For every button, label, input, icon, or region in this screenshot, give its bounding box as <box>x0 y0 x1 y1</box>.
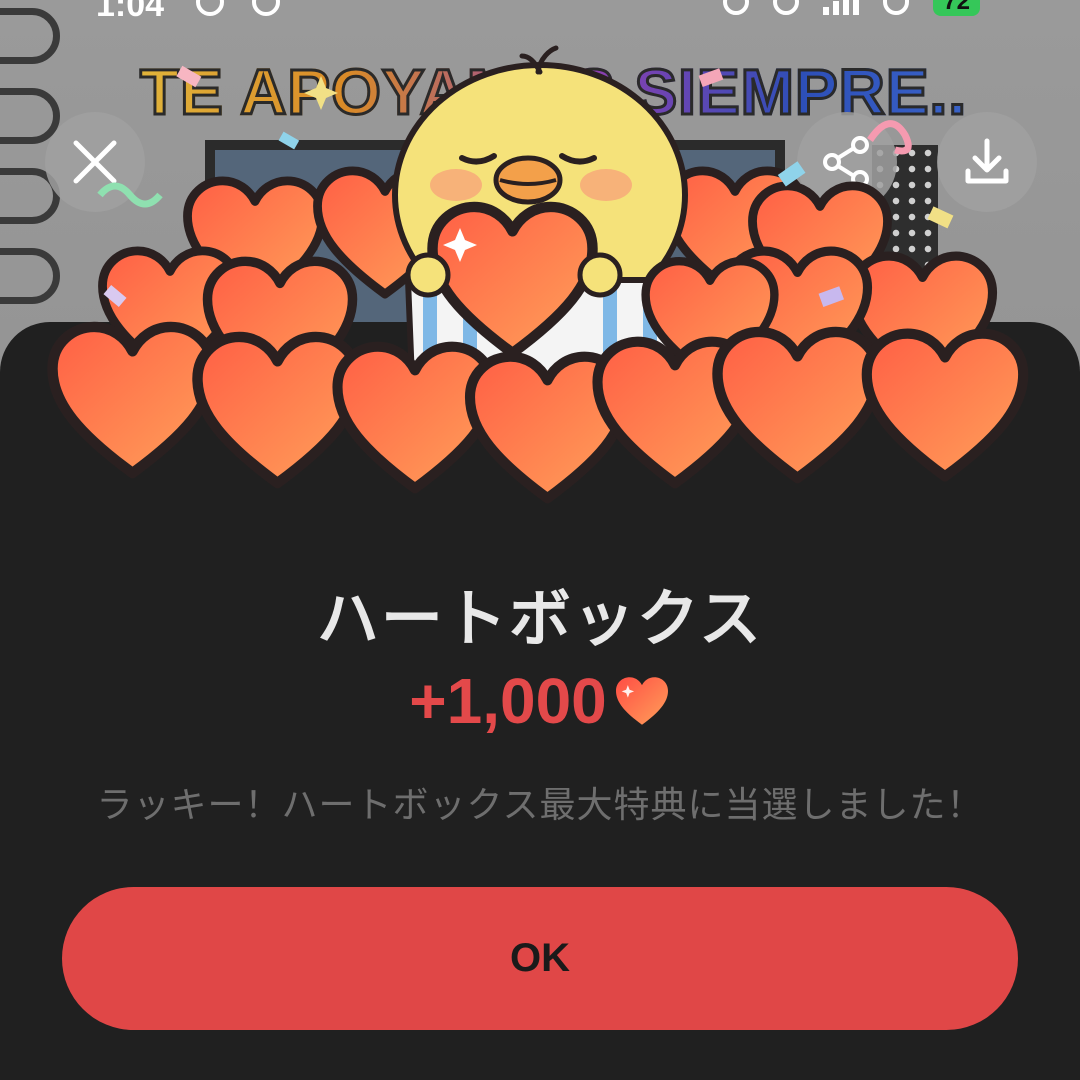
reward-amount: +1,000 <box>409 665 607 737</box>
heart-icon <box>615 677 668 725</box>
reward-message: ラッキー！ハートボックス最大特典に当選しました！ <box>96 785 984 826</box>
dialog-title: ハートボックス <box>316 582 764 655</box>
reward-amount-row: +1,000 <box>0 664 1080 738</box>
ok-button-label: OK <box>510 936 570 980</box>
heart-box-illustration <box>0 45 1080 520</box>
ok-button[interactable]: OK <box>62 887 1018 1030</box>
